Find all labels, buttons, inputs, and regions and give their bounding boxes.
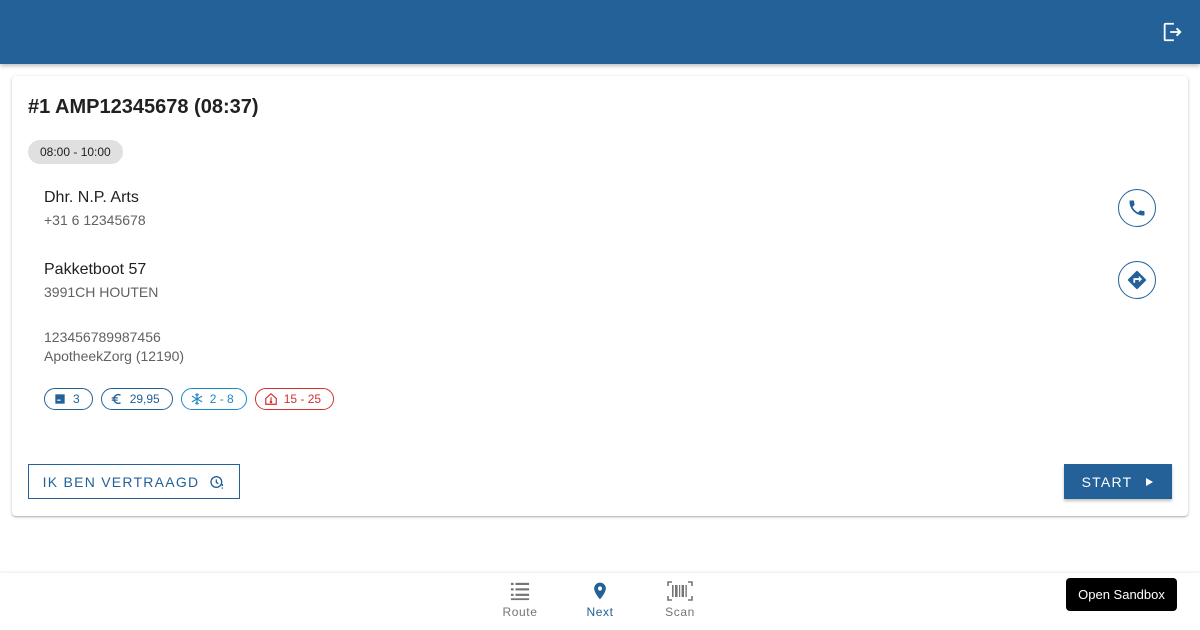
nav-next[interactable]: Next xyxy=(570,581,630,619)
shipment-chips: 3 29,95 2 - 8 15 - 25 xyxy=(44,388,335,410)
package-icon xyxy=(55,394,65,404)
stop-card: #1 AMP12345678 (08:37) 08:00 - 10:00 Dhr… xyxy=(12,76,1188,516)
package-count-chip: 3 xyxy=(44,388,93,410)
sender-name: ApotheekZorg (12190) xyxy=(44,348,185,364)
app-bar xyxy=(0,0,1200,64)
start-button-label: START xyxy=(1081,473,1133,490)
amount-chip: 29,95 xyxy=(100,388,173,410)
amount-value: 29,95 xyxy=(129,392,160,406)
snowflake-icon xyxy=(191,393,203,405)
phone-icon xyxy=(1129,200,1145,216)
time-window-chip: 08:00 - 10:00 xyxy=(28,140,123,164)
logout-icon xyxy=(1163,22,1182,42)
delayed-button[interactable]: IK BEN VERTRAAGD xyxy=(28,464,240,499)
euro-icon xyxy=(111,393,121,405)
tracking-number: 123456789987456 xyxy=(44,329,161,345)
directions-button[interactable] xyxy=(1118,261,1156,299)
list-icon xyxy=(510,582,530,601)
nav-route[interactable]: Route xyxy=(490,581,550,619)
call-button[interactable] xyxy=(1118,189,1156,227)
clock-alert-icon xyxy=(210,475,224,489)
nav-route-label: Route xyxy=(502,605,538,619)
cold-range-value: 2 - 8 xyxy=(209,392,234,406)
nav-next-label: Next xyxy=(586,605,614,619)
contact-phone: +31 6 12345678 xyxy=(44,212,146,228)
cold-range-chip: 2 - 8 xyxy=(180,388,247,410)
nav-scan-label: Scan xyxy=(665,605,695,619)
directions-icon xyxy=(1127,270,1147,290)
thermometer-icon xyxy=(264,392,277,405)
address-street: Pakketboot 57 xyxy=(44,261,147,278)
location-pin-icon xyxy=(594,582,606,600)
delayed-button-label: IK BEN VERTRAAGD xyxy=(42,473,200,490)
play-arrow-icon xyxy=(1146,477,1154,486)
address-city: 3991CH HOUTEN xyxy=(44,284,159,300)
package-count: 3 xyxy=(73,392,80,406)
bottom-navigation: Route Next Scan xyxy=(0,573,1200,630)
start-button[interactable]: START xyxy=(1064,464,1172,499)
barcode-icon xyxy=(667,581,693,601)
stop-title: #1 AMP12345678 (08:37) xyxy=(28,96,259,118)
contact-name: Dhr. N.P. Arts xyxy=(44,189,139,206)
warm-range-chip: 15 - 25 xyxy=(254,388,335,410)
logout-button[interactable] xyxy=(1158,18,1186,46)
nav-scan[interactable]: Scan xyxy=(650,581,710,619)
warm-range-value: 15 - 25 xyxy=(283,392,322,406)
open-sandbox-button[interactable]: Open Sandbox xyxy=(1066,578,1177,611)
